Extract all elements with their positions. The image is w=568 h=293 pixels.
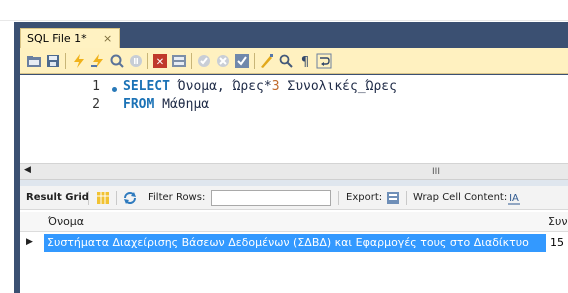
code-text: Μάθημα [154,97,210,112]
grid-header: Όνομα Συνολι [20,212,568,232]
save-icon[interactable] [45,53,61,69]
row-pointer-icon: ▶ [26,237,33,247]
svg-text:IA: IA [509,193,519,204]
result-grid-tab[interactable]: Result Grid [26,192,89,203]
filter-rows-input[interactable] [211,190,331,206]
execute-icon[interactable] [71,53,87,69]
column-header-total[interactable]: Συνολι [548,215,568,228]
wrap-icon[interactable] [316,53,332,69]
wrap-cell-label: Wrap Cell Content: [413,192,508,203]
refresh-icon[interactable] [122,190,138,206]
line-gutter [20,75,122,163]
svg-text:✕: ✕ [156,57,164,68]
sql-editor[interactable]: 1 SELECT Όνομα, Ώρες*3 Συνολικές_Ώρες 2 … [20,75,568,163]
current-line-marker [112,87,117,92]
code-line-2[interactable]: FROM Μάθημα [123,96,209,114]
stop-icon[interactable] [128,53,144,69]
code-line-1[interactable]: SELECT Όνομα, Ώρες*3 Συνολικές_Ώρες [123,78,397,96]
horizontal-scrollbar[interactable]: ◀ III [20,163,568,180]
wrap-cell-icon[interactable]: IA [506,190,522,206]
column-header-name[interactable]: Όνομα [48,215,84,228]
beautify-icon[interactable] [259,53,275,69]
rollback-icon[interactable] [215,53,231,69]
grid-view-icon[interactable] [95,190,111,206]
execute-current-icon[interactable] [90,53,106,69]
close-icon[interactable]: × [103,32,112,45]
tab-label: SQL File 1* [27,32,87,45]
invisible-chars-icon[interactable]: ¶ [297,53,313,70]
result-grid[interactable]: Όνομα Συνολι ▶ Συστήματα Διαχείρισης Βάσ… [20,210,568,293]
commit-icon[interactable] [196,53,212,69]
svg-text:¶: ¶ [301,55,309,69]
open-folder-icon[interactable] [26,53,42,69]
export-label: Export: [346,192,383,203]
line-number: 2 [92,97,100,112]
top-strip [0,0,568,21]
cell-total[interactable]: 15 [550,234,564,252]
filter-rows-label: Filter Rows: [148,192,206,203]
explain-icon[interactable] [109,53,125,69]
autocommit-icon[interactable] [234,53,250,69]
scroll-thumb[interactable]: III [336,167,536,178]
sql-keyword: SELECT [123,79,170,94]
sql-toolbar: ✕ ¶ [20,48,568,74]
error-stop-icon[interactable]: ✕ [152,53,168,69]
table-row[interactable]: ▶ Συστήματα Διαχείρισης Βάσεων Δεδομένων… [20,234,568,252]
code-text: Συνολικές_Ώρες [279,79,397,94]
cell-name[interactable]: Συστήματα Διαχείρισης Βάσεων Δεδομένων (… [44,234,546,252]
toggle-output-icon[interactable] [171,53,187,69]
line-number: 1 [92,79,100,94]
export-icon[interactable] [385,190,401,206]
sql-keyword: FROM [123,97,155,112]
scroll-left-icon[interactable]: ◀ [24,165,31,175]
code-number: 3 [271,79,280,94]
tab-sql-file[interactable]: SQL File 1* × [20,28,120,48]
find-icon[interactable] [278,53,294,69]
code-text: Όνομα, Ώρες* [169,79,272,94]
results-toolbar: Result Grid Filter Rows: Export: Wrap Ce… [20,186,568,210]
